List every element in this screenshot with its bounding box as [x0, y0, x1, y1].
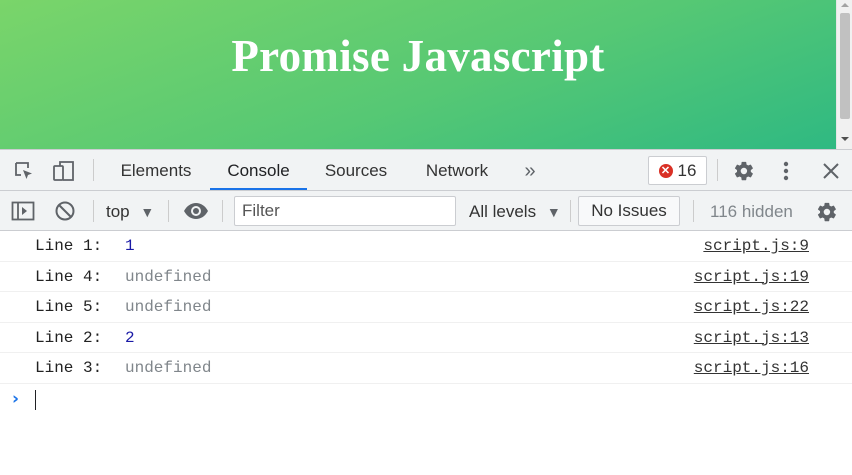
console-message-row: Line 5: undefined script.js:22 — [0, 292, 852, 323]
page-scrollbar[interactable] — [836, 0, 852, 149]
source-link[interactable]: script.js:16 — [694, 359, 809, 377]
web-page: Promise Javascript — [0, 0, 836, 149]
tab-console[interactable]: Console — [210, 150, 307, 190]
console-toolbar: top ▼ All levels ▼ No Issues 116 hidden — [0, 191, 852, 231]
log-label: Line 3: — [35, 359, 103, 377]
log-value: undefined — [125, 267, 212, 286]
text-caret — [35, 389, 36, 410]
toolbar-divider — [717, 159, 718, 181]
log-value: 2 — [125, 328, 135, 347]
tab-elements[interactable]: Elements — [112, 150, 200, 190]
console-message-row: Line 4: undefined script.js:19 — [0, 262, 852, 292]
error-count: 16 — [677, 160, 697, 180]
console-output: Line 1: 1 script.js:9 Line 4: undefined … — [0, 231, 852, 414]
log-label: Line 4: — [35, 267, 103, 286]
toolbar-divider — [168, 200, 169, 222]
devtools-tabbar: Elements Console Sources Network » ✕ 16 — [0, 150, 852, 191]
clear-console-icon[interactable] — [53, 199, 77, 223]
dropdown-caret-icon: ▼ — [140, 204, 155, 220]
browser-viewport: Promise Javascript Elements Console Sour… — [0, 0, 852, 475]
scroll-up-arrow-icon[interactable] — [841, 3, 849, 7]
tab-sources[interactable]: Sources — [318, 150, 394, 190]
log-label: Line 2: — [35, 328, 103, 347]
context-selector[interactable]: top ▼ — [106, 191, 154, 231]
more-tabs-icon[interactable]: » — [518, 150, 542, 190]
toolbar-divider — [93, 159, 94, 181]
show-sidebar-icon[interactable] — [10, 199, 36, 223]
source-link[interactable]: script.js:22 — [694, 298, 809, 316]
source-link[interactable]: script.js:19 — [694, 268, 809, 286]
log-label: Line 1: — [35, 237, 103, 255]
log-value: undefined — [125, 359, 212, 377]
page-title: Promise Javascript — [231, 31, 605, 81]
prompt-chevron-icon: › — [12, 388, 20, 409]
kebab-menu-icon[interactable] — [776, 158, 796, 184]
console-message-row: Line 1: 1 script.js:9 — [0, 231, 852, 262]
source-link[interactable]: script.js:9 — [703, 237, 809, 255]
scrollbar-thumb[interactable] — [840, 13, 850, 119]
settings-icon[interactable] — [731, 158, 757, 184]
log-label: Line 5: — [35, 298, 103, 316]
scroll-down-arrow-icon[interactable] — [841, 137, 849, 141]
log-levels-dropdown[interactable]: All levels ▼ — [469, 191, 561, 231]
inspect-icon[interactable] — [12, 159, 36, 183]
toolbar-divider — [93, 200, 94, 222]
console-message-row: Line 2: 2 script.js:13 — [0, 323, 852, 353]
toolbar-divider — [693, 200, 694, 222]
issues-button[interactable]: No Issues — [578, 196, 680, 226]
hidden-messages-count: 116 hidden — [710, 202, 793, 221]
device-toolbar-icon[interactable] — [51, 158, 77, 184]
log-value: undefined — [125, 298, 212, 316]
console-settings-icon[interactable] — [815, 200, 839, 224]
active-tab-indicator — [210, 188, 307, 190]
error-icon: ✕ — [658, 163, 673, 178]
context-value: top — [106, 202, 130, 221]
live-expression-eye-icon[interactable] — [183, 199, 209, 223]
log-value: 1 — [125, 237, 135, 255]
filter-input[interactable] — [234, 196, 456, 226]
toolbar-divider — [222, 200, 223, 222]
levels-value: All levels — [469, 202, 537, 221]
console-prompt[interactable]: › — [0, 384, 852, 414]
error-count-badge[interactable]: ✕ 16 — [648, 156, 707, 185]
tab-network[interactable]: Network — [414, 150, 500, 190]
source-link[interactable]: script.js:13 — [694, 329, 809, 347]
console-message-row: Line 3: undefined script.js:16 — [0, 353, 852, 384]
dropdown-caret-icon: ▼ — [546, 204, 561, 220]
close-icon[interactable] — [819, 159, 843, 183]
devtools-panel: Elements Console Sources Network » ✕ 16 — [0, 149, 852, 475]
toolbar-divider — [570, 200, 571, 222]
